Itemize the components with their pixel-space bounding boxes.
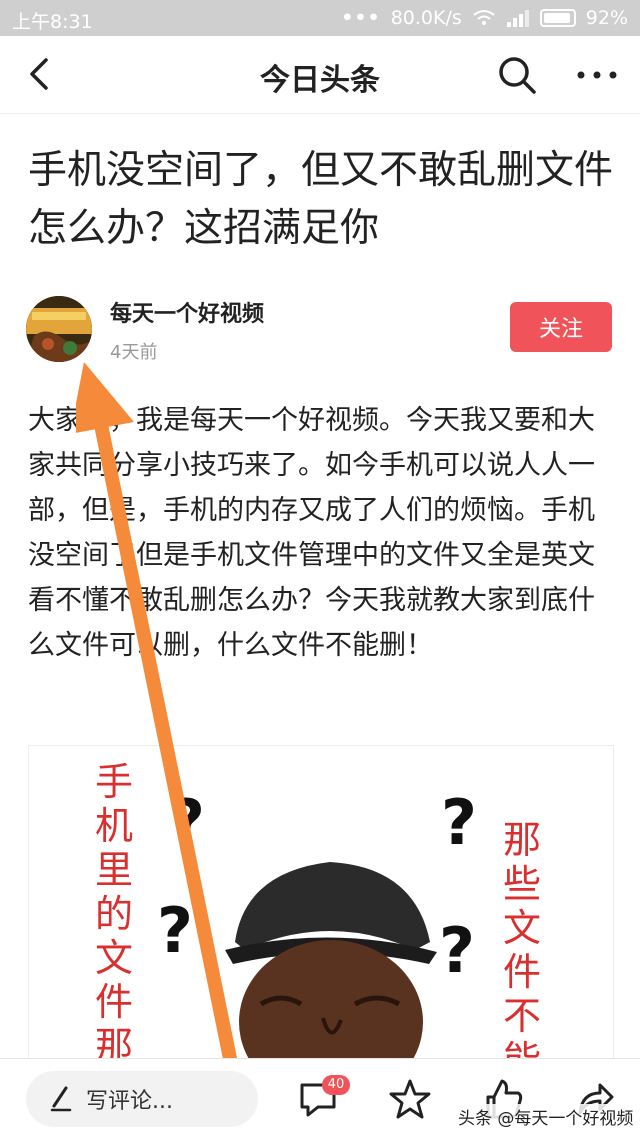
author-name[interactable]: 每天一个好视频	[110, 296, 264, 328]
status-bar: 上午8:31 ••• 80.0K/s 92%	[0, 0, 640, 36]
signal-dots: •••	[341, 7, 381, 29]
status-indicators: ••• 80.0K/s 92%	[341, 7, 628, 29]
cellular-signal-icon	[506, 10, 529, 27]
watermark: 头条 @每天一个好视频	[458, 1104, 634, 1129]
wifi-icon	[473, 10, 495, 25]
more-dots-icon[interactable]	[574, 54, 620, 96]
comment-input[interactable]: 写评论...	[26, 1071, 258, 1127]
comment-count-badge: 40	[322, 1075, 350, 1095]
network-speed: 80.0K/s	[390, 7, 462, 29]
question-mark: ?	[169, 786, 205, 859]
question-mark: ?	[157, 894, 193, 967]
article-body: 大家好，我是每天一个好视频。今天我又要和大家共同分享小技巧来了。如今手机可以说人…	[28, 405, 595, 661]
post-time: 4天前	[110, 342, 158, 363]
question-mark: ?	[441, 786, 477, 859]
search-icon[interactable]	[496, 54, 538, 96]
battery-icon	[539, 9, 576, 27]
avatar[interactable]	[26, 296, 92, 362]
avatar-image	[26, 296, 92, 362]
confused-face-illustration	[225, 862, 437, 1074]
image-left-caption: 手机里的文件那些	[94, 760, 133, 1074]
image-right-caption: 那些文件不能删	[502, 818, 541, 1075]
comment-placeholder: 写评论...	[86, 1089, 173, 1114]
battery-level: 92%	[585, 7, 628, 29]
follow-button[interactable]: 关注	[510, 302, 612, 352]
article-image[interactable]: 手机里的文件那些 那些文件不能删 ? ? ? ?	[28, 745, 614, 1075]
pen-icon	[50, 1086, 72, 1112]
author-row: 每天一个好视频 4天前 关注	[0, 290, 640, 370]
page-title: 今日头条	[260, 63, 380, 98]
article-title: 手机没空间了，但又不敢乱删文件怎么办？这招满足你	[28, 148, 614, 251]
star-icon[interactable]	[388, 1077, 432, 1121]
nav-bar: 今日头条	[0, 36, 640, 114]
status-time: 上午8:31	[12, 11, 93, 33]
